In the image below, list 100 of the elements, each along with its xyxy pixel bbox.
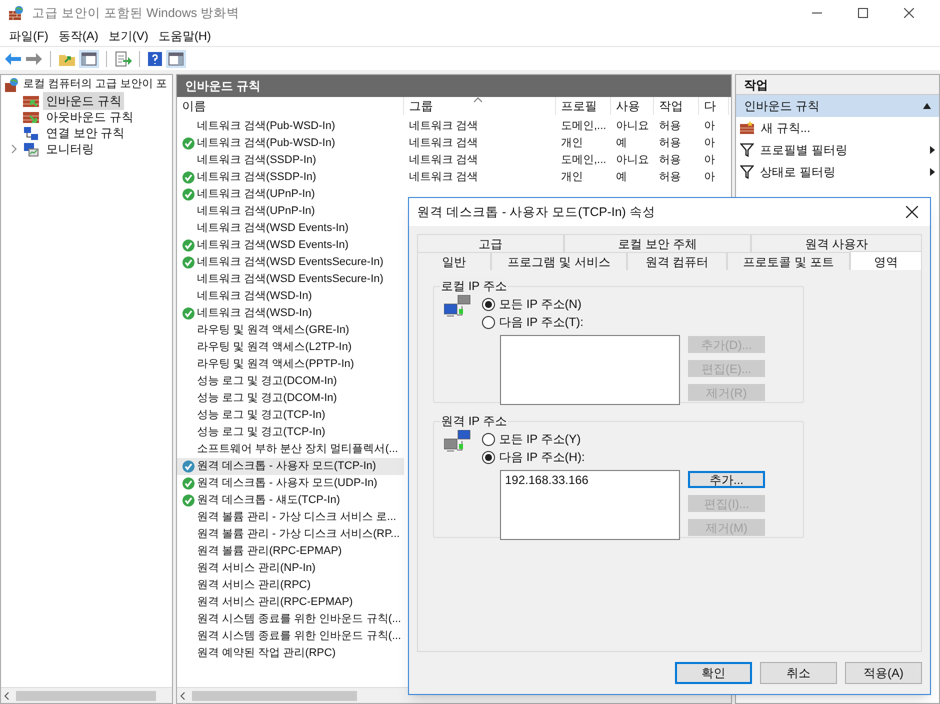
radio-button[interactable] <box>482 432 495 446</box>
table-cell-text: 라우팅 및 원격 액세스(PPTP-In) <box>197 357 354 372</box>
table-cell-text: 원격 데스크톱 - 사용자 모드(UDP-In) <box>197 476 378 492</box>
menu-item[interactable]: 동작(A) <box>53 27 104 45</box>
action-link[interactable]: 프로필별 필터링 <box>760 141 848 159</box>
monitor-icon <box>23 142 39 156</box>
tab[interactable]: 원격 컴퓨터 <box>627 252 727 270</box>
table-cell-text: 예 <box>615 136 628 152</box>
network-computers-icon <box>444 430 472 454</box>
table-cell-text: 네트워크 검색 <box>408 170 480 186</box>
tree-item[interactable]: 로컬 컴퓨터의 고급 보안이 포 <box>23 76 168 93</box>
column-header[interactable]: 사용 <box>616 97 640 115</box>
table-cell-text: 허용 <box>658 153 682 168</box>
table-cell-text: 원격 서비스 관리(RPC-EPMAP) <box>197 595 353 610</box>
export-icon[interactable] <box>114 50 132 66</box>
table-cell-text: 아 <box>703 119 716 134</box>
table-cell-text: 성능 로그 및 경고(TCP-In) <box>197 425 326 440</box>
tab[interactable]: 원격 사용자 <box>751 234 922 252</box>
group-title: 원격 IP 주소 <box>440 413 508 429</box>
table-cell-text: 예 <box>615 170 628 186</box>
pane-header: 작업 <box>736 75 939 95</box>
tab[interactable]: 프로그램 및 서비스 <box>491 252 627 270</box>
column-header[interactable]: 이름 <box>182 97 206 115</box>
table-cell-text: 아니요 <box>615 153 650 168</box>
back-icon[interactable] <box>4 52 22 66</box>
tree-item[interactable]: 연결 보안 규칙 <box>43 124 128 142</box>
table-cell-text: 네트워크 검색(WSD Events-In) <box>197 238 349 254</box>
table-cell-text: 아 <box>703 153 716 168</box>
table-cell-text: 성능 로그 및 경고(DCOM-In) <box>197 391 337 406</box>
tab[interactable]: 프로토콜 및 포트 <box>727 252 850 270</box>
menu-item[interactable]: 보기(V) <box>103 27 154 45</box>
pane-header: 인바운드 규칙 <box>177 75 731 97</box>
tab[interactable]: 고급 <box>417 234 564 252</box>
tab[interactable]: 영역 <box>850 251 922 271</box>
table-cell-text: 라우팅 및 원격 액세스(GRE-In) <box>197 323 350 338</box>
pane-icon[interactable] <box>166 50 186 68</box>
dialog-button[interactable]: 취소 <box>760 662 837 684</box>
forward-icon[interactable] <box>25 52 43 66</box>
table-cell-text: 원격 데스크톱 - 섀도(TCP-In) <box>197 493 340 508</box>
menu-item[interactable]: 도움말(H) <box>153 27 216 45</box>
horizontal-scrollbar[interactable] <box>1 687 172 703</box>
expand-icon[interactable] <box>9 143 19 155</box>
menu-item[interactable]: 파일(F) <box>4 27 54 45</box>
section-header[interactable]: 인바운드 규칙 <box>736 95 939 117</box>
radio-label: 모든 IP 주소(Y) <box>499 431 581 448</box>
table-cell-text: 원격 예약된 작업 관리(RPC) <box>197 646 336 662</box>
column-header[interactable]: 그룹 <box>409 97 433 115</box>
column-header[interactable]: 작업 <box>659 97 683 115</box>
dialog-button[interactable]: 확인 <box>675 662 752 684</box>
maximize-icon[interactable] <box>858 8 868 18</box>
table-cell-text: 네트워크 검색 <box>408 136 480 152</box>
column-header[interactable]: 프로필 <box>561 97 597 115</box>
table-cell-text: 성능 로그 및 경고(TCP-In) <box>197 408 326 424</box>
dialog-button[interactable]: 적용(A) <box>845 662 922 684</box>
table-cell-text: 네트워크 검색(UPnP-In) <box>197 187 315 202</box>
dialog-title: 원격 데스크톱 - 사용자 모드(TCP-In) 속성 <box>417 204 656 221</box>
table-cell-text: 라우팅 및 원격 액세스(L2TP-In) <box>197 340 352 356</box>
tab[interactable]: 로컬 보안 주체 <box>564 234 751 252</box>
close-icon[interactable] <box>906 206 918 218</box>
column-header[interactable]: 다 <box>704 97 716 115</box>
action-link[interactable]: 상태로 필터링 <box>760 163 836 181</box>
table-cell-text: 네트워크 검색(WSD EventsSecure-In) <box>197 255 384 270</box>
tree-item[interactable]: 아웃바운드 규칙 <box>43 108 136 126</box>
list-item[interactable]: 192.168.33.166 <box>505 471 675 489</box>
table-cell-text: 아 <box>703 136 716 152</box>
table-cell-text: 원격 서비스 관리(NP-In) <box>197 561 316 576</box>
table-cell-text: 원격 데스크톱 - 사용자 모드(TCP-In) <box>197 459 376 474</box>
filter-icon <box>740 143 754 157</box>
selected-row[interactable]: 원격 데스크톱 - 사용자 모드(TCP-In) <box>177 458 404 475</box>
pane-icon[interactable] <box>79 50 99 68</box>
table-cell-text: 네트워크 검색 <box>408 153 480 168</box>
table-cell-text: 도메인,... <box>560 119 608 134</box>
radio-button[interactable] <box>482 316 495 328</box>
radio-button[interactable] <box>482 298 495 310</box>
table-cell-text: 허용 <box>658 136 682 152</box>
help-icon[interactable] <box>147 50 163 66</box>
table-cell-text: 네트워크 검색(SSDP-In) <box>197 170 316 186</box>
scroll-left-icon[interactable] <box>180 692 185 700</box>
table-cell-text: 네트워크 검색(WSD-In) <box>197 306 312 322</box>
firewall-icon <box>4 76 19 92</box>
address-list[interactable] <box>500 335 680 405</box>
table-cell-text: 네트워크 검색(UPnP-In) <box>197 204 315 220</box>
radio-label: 모든 IP 주소(N) <box>499 296 582 313</box>
dialog-button[interactable]: 추가... <box>688 471 765 488</box>
scroll-left-icon[interactable] <box>4 692 9 700</box>
tab[interactable]: 일반 <box>417 252 491 270</box>
table-cell-text: 원격 볼륨 관리 - 가상 디스크 서비스(RP... <box>197 527 400 542</box>
radio-button[interactable] <box>482 450 495 464</box>
table-cell-text: 네트워크 검색(Pub-WSD-In) <box>197 136 336 152</box>
table-cell-text: 원격 시스템 종료를 위한 인바운드 규칙(... <box>197 612 402 628</box>
tree-item[interactable]: 모니터링 <box>43 140 97 158</box>
table-cell-text: 원격 시스템 종료를 위한 인바운드 규칙(... <box>197 629 402 644</box>
close-icon[interactable] <box>904 8 914 18</box>
table-cell-text: 개인 <box>560 170 584 186</box>
collapse-icon[interactable] <box>923 103 931 109</box>
action-link[interactable]: 새 규칙... <box>761 119 810 137</box>
radio-label: 다음 IP 주소(T): <box>499 314 584 331</box>
address-list[interactable]: 192.168.33.166 <box>500 470 680 540</box>
table-cell-text: 네트워크 검색 <box>408 119 480 134</box>
tree-item[interactable]: 인바운드 규칙 <box>43 92 124 110</box>
